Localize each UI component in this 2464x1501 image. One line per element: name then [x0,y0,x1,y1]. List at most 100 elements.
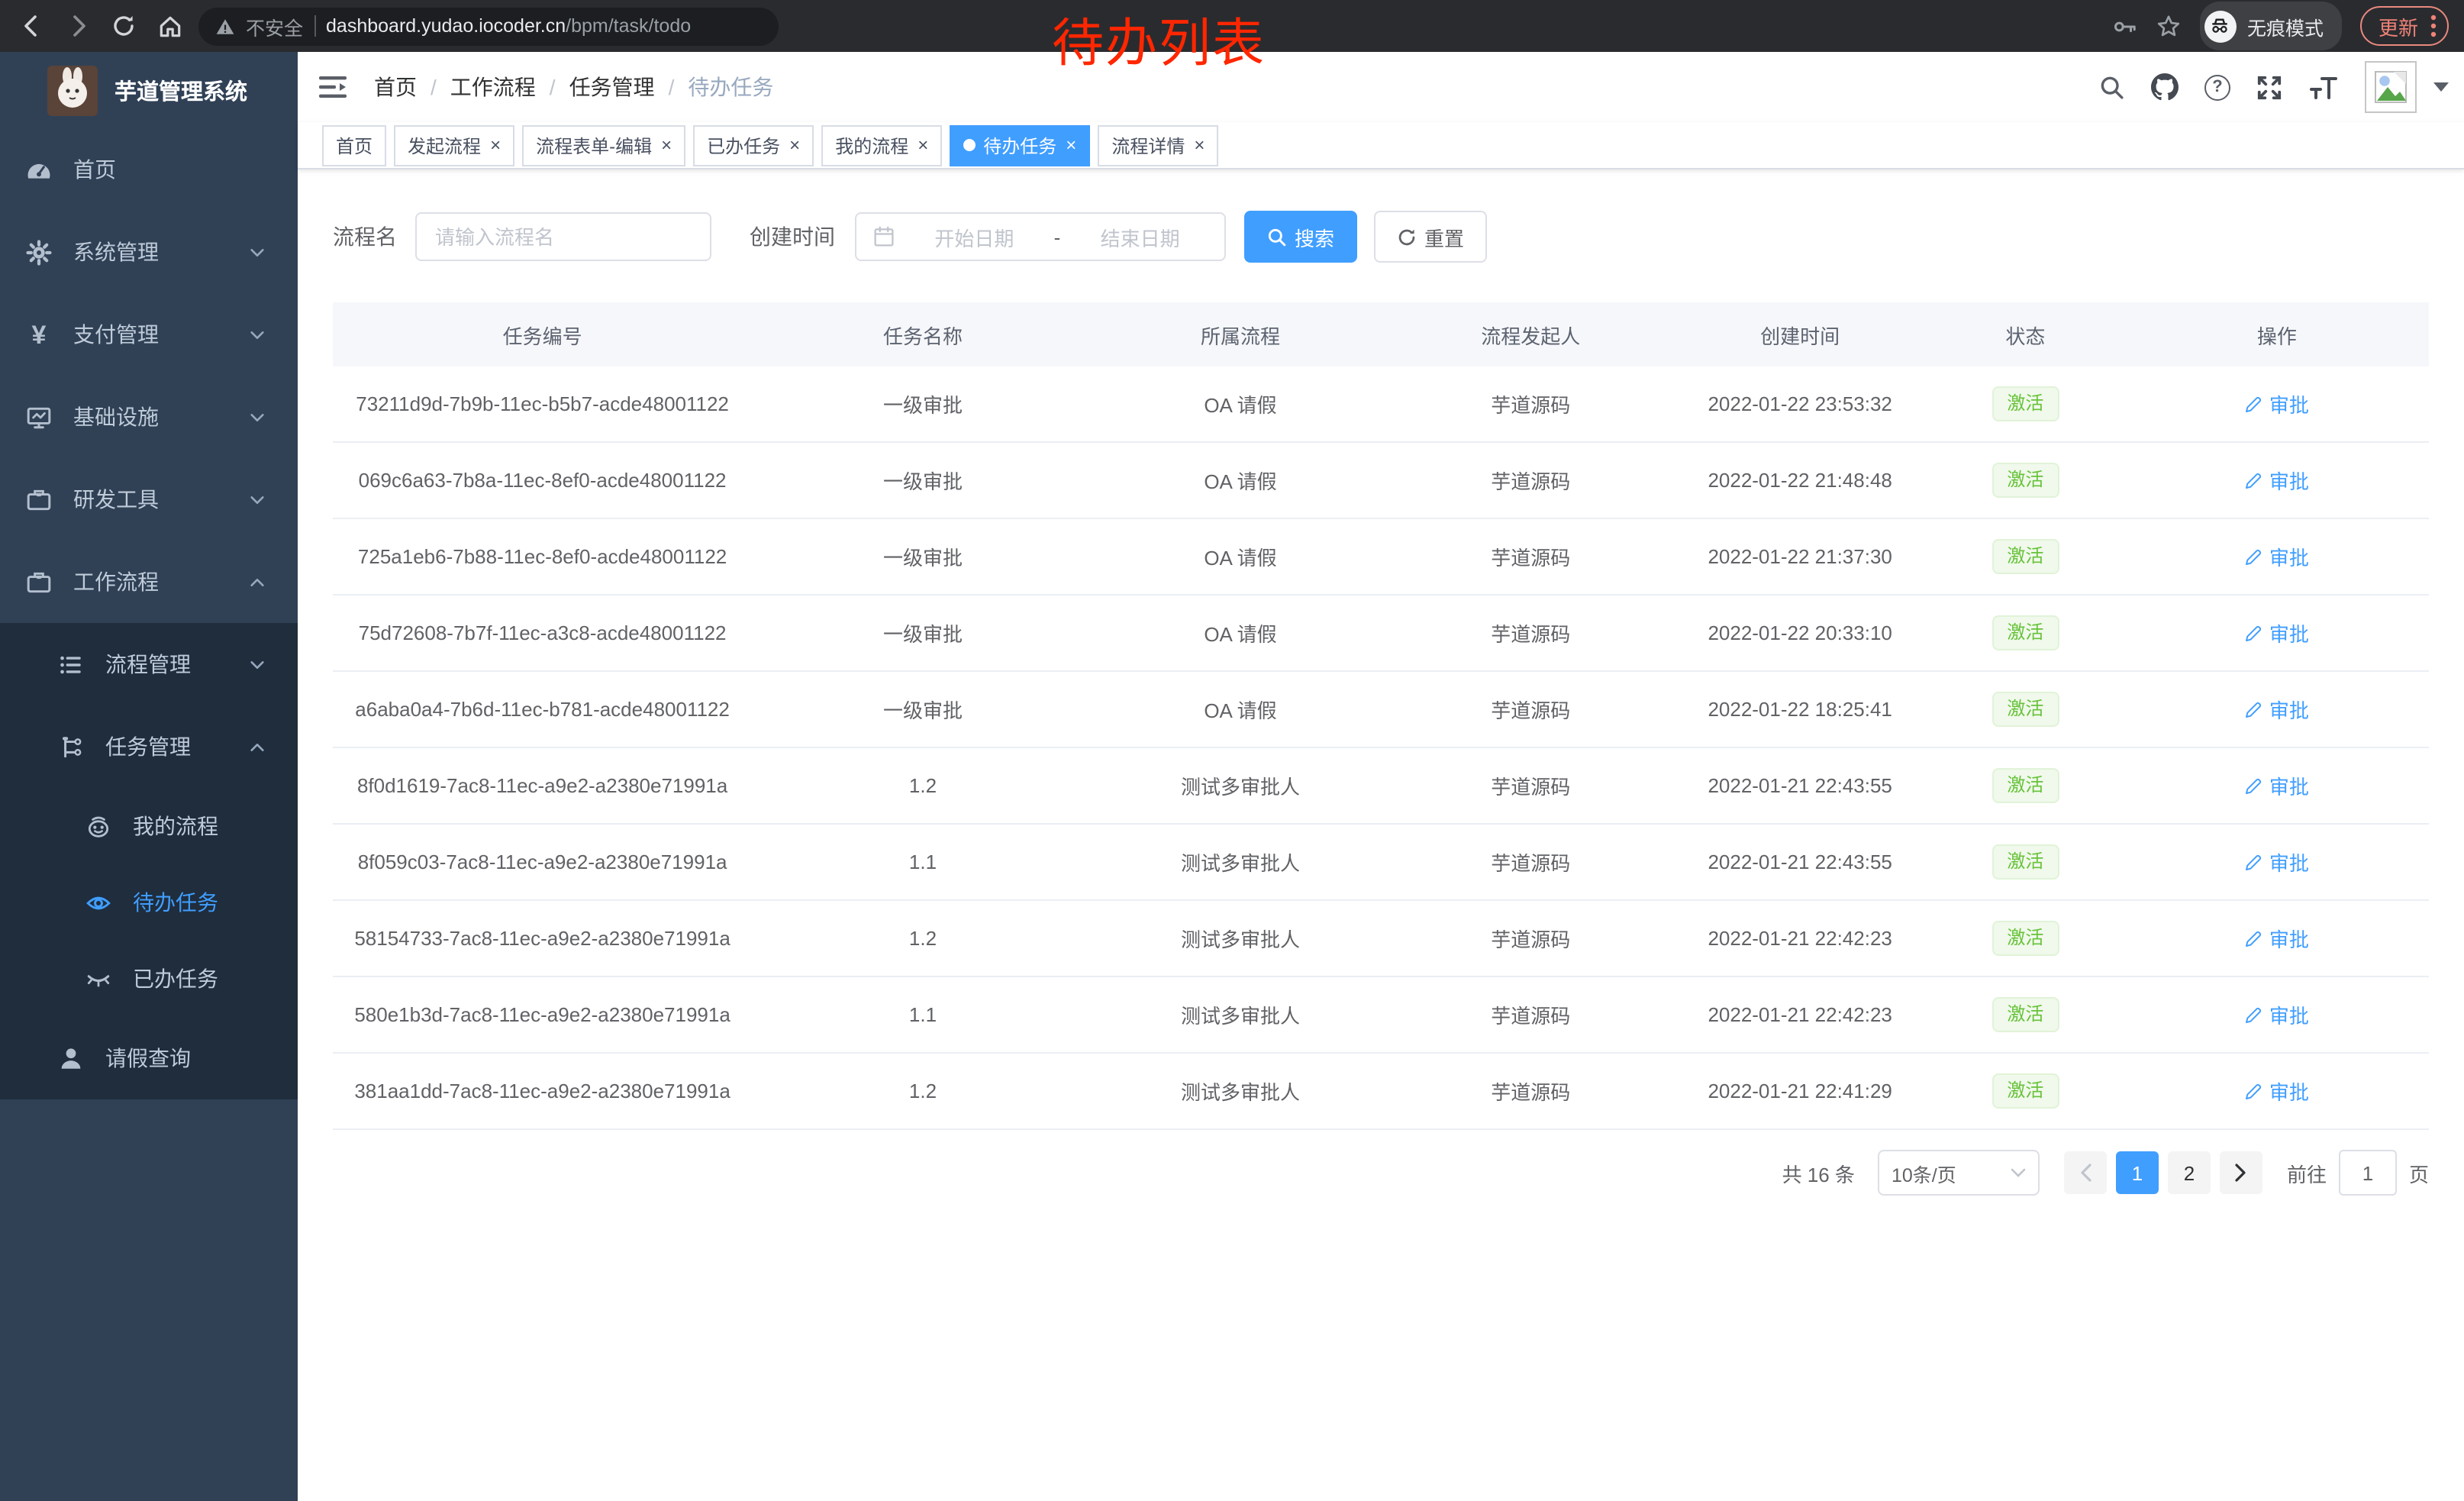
tab-todo-tasks[interactable]: 待办任务× [950,124,1090,166]
chevron-down-icon [249,408,266,425]
process-cell: OA 请假 [1094,671,1387,747]
approve-link[interactable]: 审批 [2245,1000,2309,1029]
kebab-menu-icon[interactable] [2430,14,2437,38]
close-icon[interactable]: × [918,136,928,154]
status-badge: 激活 [1992,768,2059,803]
breadcrumb-workflow[interactable]: 工作流程 [450,72,536,102]
reset-button-label: 重置 [1424,222,1464,251]
close-icon[interactable]: × [661,136,672,154]
sidebar-item-done-tasks[interactable]: 已办任务 [0,941,298,1017]
sidebar-item-label: 基础设施 [73,402,159,432]
sidebar-item-home[interactable]: 首页 [0,128,298,211]
approve-link[interactable]: 审批 [2245,771,2309,800]
sidebar-item-process-mgmt[interactable]: 流程管理 [0,623,298,705]
jump-page-input[interactable] [2339,1150,2397,1196]
tab-label: 流程详情 [1111,132,1185,158]
sidebar-item-task-mgmt[interactable]: 任务管理 [0,705,298,788]
reload-icon[interactable] [107,9,140,43]
table-row: 58154733-7ac8-11ec-a9e2-a2380e71991a 1.2… [333,900,2429,976]
initiator-cell: 芋道源码 [1387,595,1674,671]
status-badge: 激活 [1992,844,2059,880]
help-icon[interactable]: ? [2204,74,2230,100]
sidebar-item-todo-tasks[interactable]: 待办任务 [0,864,298,941]
toolbox-icon [26,486,52,512]
created-cell: 2022-01-22 21:37:30 [1674,518,1926,595]
end-date-placeholder[interactable]: 结束日期 [1072,222,1208,251]
home-icon[interactable] [153,9,186,43]
update-label[interactable]: 更新 [2379,11,2418,40]
github-icon[interactable] [2151,73,2179,101]
task-id-cell: 75d72608-7b7f-11ec-a3c8-acde48001122 [333,595,752,671]
date-range-picker[interactable]: 开始日期 - 结束日期 [855,212,1226,261]
create-time-label: 创建时间 [750,221,835,252]
sidebar-item-leave-query[interactable]: 请假查询 [0,1017,298,1099]
approve-label: 审批 [2269,771,2309,800]
sidebar-item-infra[interactable]: 基础设施 [0,376,298,458]
search-form: 流程名 创建时间 开始日期 - 结束日期 搜索 重 [333,211,2429,263]
next-page-button[interactable] [2220,1151,2262,1194]
page-button-1[interactable]: 1 [2116,1151,2159,1194]
search-button-label: 搜索 [1295,222,1334,251]
update-button[interactable]: 更新 [2360,6,2449,46]
fullscreen-icon[interactable] [2256,74,2282,100]
tree-icon [58,734,84,760]
key-icon[interactable] [2111,13,2137,39]
close-icon[interactable]: × [490,136,501,154]
sidebar-logo[interactable]: 芋道管理系统 [0,52,298,128]
approve-link[interactable]: 审批 [2245,847,2309,876]
reset-button[interactable]: 重置 [1374,211,1487,263]
breadcrumb-task-mgmt[interactable]: 任务管理 [569,72,655,102]
approve-link[interactable]: 审批 [2245,542,2309,571]
approve-link[interactable]: 审批 [2245,389,2309,418]
breadcrumb-separator: / [431,75,437,99]
url-bar[interactable]: 不安全 dashboard.yudao.iocoder.cn/bpm/task/… [198,7,779,45]
sidebar-item-workflow[interactable]: 工作流程 [0,541,298,623]
sidebar-item-payment[interactable]: ¥ 支付管理 [0,293,298,376]
page-size-select[interactable]: 10条/页 [1878,1150,2040,1196]
approve-link[interactable]: 审批 [2245,924,2309,953]
close-icon[interactable]: × [789,136,800,154]
sidebar-item-devtools[interactable]: 研发工具 [0,458,298,541]
start-date-placeholder[interactable]: 开始日期 [907,222,1042,251]
task-id-cell: a6aba0a4-7b6d-11ec-b781-acde48001122 [333,671,752,747]
bookmark-star-icon[interactable] [2156,13,2182,39]
breadcrumb-home[interactable]: 首页 [374,72,417,102]
close-icon[interactable]: × [1066,136,1076,154]
approve-link[interactable]: 审批 [2245,618,2309,647]
tab-my-process[interactable]: 我的流程× [821,124,942,166]
font-size-icon[interactable] [2308,74,2339,100]
approve-link[interactable]: 审批 [2245,466,2309,495]
tags-view: 首页 发起流程× 流程表单-编辑× 已办任务× 我的流程× 待办任务× 流程详情… [298,122,2464,169]
status-badge: 激活 [1992,386,2059,421]
avatar[interactable] [2365,61,2417,113]
back-icon[interactable] [15,9,49,43]
close-icon[interactable]: × [1194,136,1205,154]
tab-start-process[interactable]: 发起流程× [394,124,514,166]
sidebar-item-my-process[interactable]: 我的流程 [0,788,298,864]
tab-process-detail[interactable]: 流程详情 × [1098,124,1218,166]
hamburger-icon[interactable] [298,52,368,122]
tab-form-edit[interactable]: 流程表单-编辑× [522,124,685,166]
page-button-2[interactable]: 2 [2168,1151,2211,1194]
eye-icon [85,889,111,915]
tab-done-tasks[interactable]: 已办任务× [693,124,814,166]
approve-link[interactable]: 审批 [2245,695,2309,724]
security-label[interactable]: 不安全 [246,11,303,40]
task-table: 任务编号 任务名称 所属流程 流程发起人 创建时间 状态 操作 73211d9d… [333,302,2429,1130]
robot-icon [85,813,111,839]
prev-page-button[interactable] [2064,1151,2107,1194]
search-icon[interactable] [2099,74,2125,100]
forward-icon[interactable] [61,9,95,43]
created-cell: 2022-01-21 22:43:55 [1674,747,1926,824]
process-name-input[interactable] [415,212,711,261]
created-cell: 2022-01-21 22:42:23 [1674,900,1926,976]
caret-down-icon[interactable] [2433,82,2449,92]
tab-home[interactable]: 首页 [322,124,386,166]
task-name-cell: 1.2 [752,1053,1094,1129]
search-button[interactable]: 搜索 [1244,211,1357,263]
task-name-cell: 1.2 [752,747,1094,824]
sidebar-item-system[interactable]: 系统管理 [0,211,298,293]
user-icon [58,1045,84,1071]
approve-link[interactable]: 审批 [2245,1077,2309,1106]
app-title: 芋道管理系统 [114,74,247,106]
